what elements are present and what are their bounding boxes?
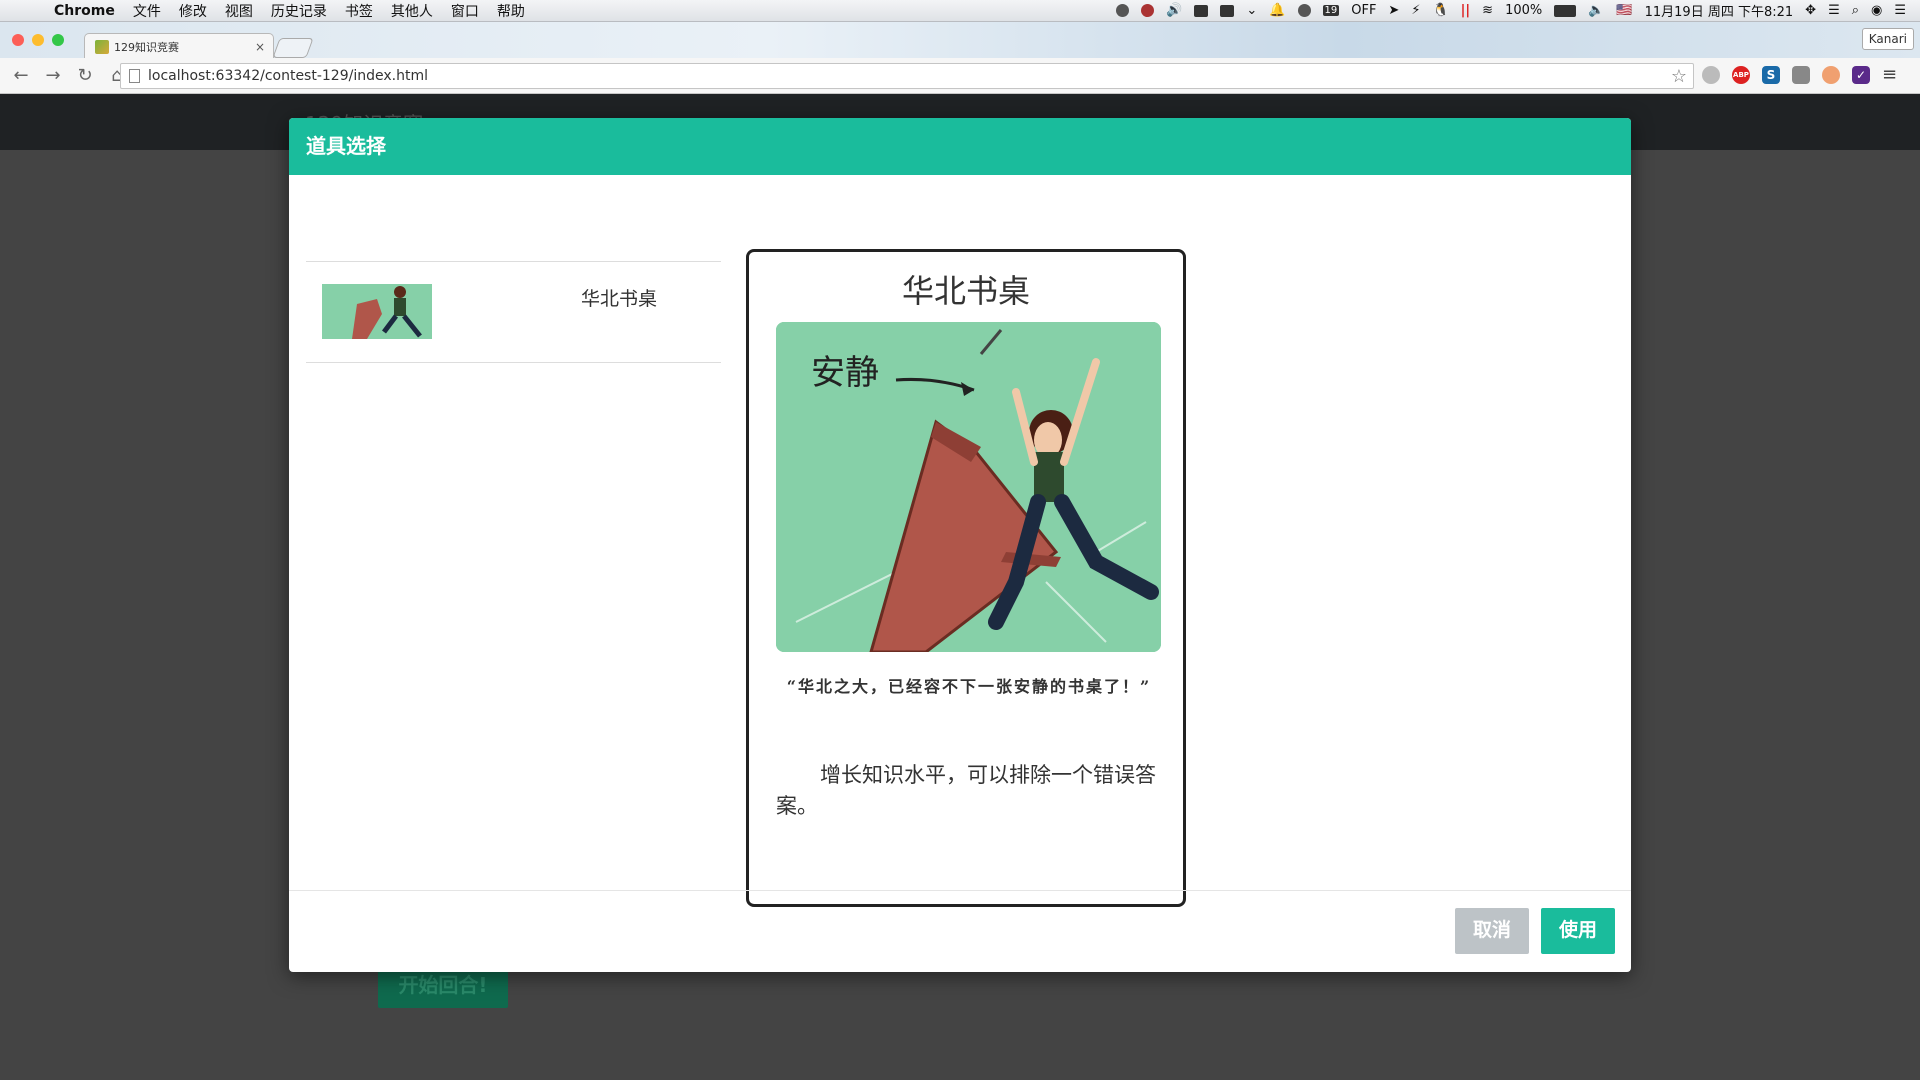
extension-check-icon[interactable]: ✓ xyxy=(1852,66,1870,84)
shield-icon[interactable] xyxy=(1141,4,1155,17)
modal-footer: 取消 使用 xyxy=(289,890,1631,972)
tab-close-icon[interactable]: × xyxy=(255,40,265,54)
card-title: 华北书桌 xyxy=(901,272,1030,310)
url-text: localhost:63342/contest-129/index.html xyxy=(148,68,428,84)
window-minimize-button[interactable] xyxy=(32,34,44,46)
flipping-desk-illustration: 安静 xyxy=(776,322,1161,652)
modal-body: 华北书桌 华北书桌 安静 “华北之大，已经容不下一张安静的书桌了！” 增长知识水… xyxy=(289,175,1631,907)
flag-icon[interactable]: 🇺🇸 xyxy=(1616,3,1632,18)
list-item[interactable]: 华北书桌 xyxy=(306,262,721,362)
wifi-icon[interactable]: ≋ xyxy=(1482,3,1493,18)
card-description: 增长知识水平，可以排除一个错误答案。 xyxy=(776,763,1156,818)
menu-bookmarks[interactable]: 书签 xyxy=(345,1,373,21)
adblock-icon[interactable]: ABP xyxy=(1732,66,1750,84)
toggle-off-label[interactable]: OFF xyxy=(1351,3,1376,18)
menu-window[interactable]: 窗口 xyxy=(451,1,479,21)
cancel-button[interactable]: 取消 xyxy=(1455,908,1530,954)
battery-case-icon[interactable] xyxy=(1220,4,1235,17)
window-maximize-button[interactable] xyxy=(52,34,64,46)
page-icon xyxy=(129,69,140,83)
badge-count[interactable]: 19 xyxy=(1322,5,1340,16)
address-bar[interactable]: localhost:63342/contest-129/index.html ☆ xyxy=(120,63,1694,89)
bolt-icon[interactable]: ⚡ xyxy=(1411,3,1420,18)
card-illustration: 安静 xyxy=(776,322,1161,652)
chevron-down-icon[interactable]: ⌄ xyxy=(1246,3,1257,18)
extensions-area: ABP S ✓ ≡ xyxy=(1702,66,1897,84)
menu-help[interactable]: 帮助 xyxy=(497,1,525,21)
menu-edit[interactable]: 修改 xyxy=(179,1,207,21)
menu-file[interactable]: 文件 xyxy=(133,1,161,21)
pause-icon[interactable]: || xyxy=(1461,3,1471,18)
modal-title: 道具选择 xyxy=(289,118,1631,175)
send-icon[interactable]: ➤ xyxy=(1388,3,1399,18)
item-list: 华北书桌 xyxy=(306,261,721,363)
item-name: 华北书桌 xyxy=(581,288,658,310)
item-thumbnail xyxy=(322,284,432,339)
extension-avatar-icon[interactable] xyxy=(1822,66,1840,84)
window-close-button[interactable] xyxy=(12,34,24,46)
chrome-menu-icon[interactable]: ≡ xyxy=(1882,66,1897,84)
status-area: 🔊 ⌄ 🔔 19 OFF ➤ ⚡ 🐧 || ≋ 100% 🔈 🇺🇸 11月19日… xyxy=(1116,1,1906,20)
user-icon[interactable]: ◉ xyxy=(1871,3,1882,18)
menu-history[interactable]: 历史记录 xyxy=(271,1,327,21)
forward-icon[interactable]: → xyxy=(42,65,64,86)
menu-view[interactable]: 视图 xyxy=(225,1,253,21)
extension-docs-icon[interactable] xyxy=(1792,66,1810,84)
card-quote: “华北之大，已经容不下一张安静的书桌了！” xyxy=(786,677,1152,696)
list-icon[interactable]: ☰ xyxy=(1894,3,1906,18)
browser-toolbar: ← → ↻ ⌂ localhost:63342/contest-129/inde… xyxy=(0,58,1920,94)
macos-menubar: Chrome 文件 修改 视图 历史记录 书签 其他人 窗口 帮助 🔊 ⌄ 🔔 … xyxy=(0,0,1920,22)
notes-icon[interactable]: ☰ xyxy=(1828,3,1840,18)
display-icon[interactable] xyxy=(1194,4,1209,17)
browser-tab[interactable]: 129知识竞赛 × xyxy=(84,33,274,59)
menu-people[interactable]: 其他人 xyxy=(391,1,433,21)
bookmark-star-icon[interactable]: ☆ xyxy=(1671,66,1687,87)
extension-globe-icon[interactable] xyxy=(1702,66,1720,84)
favicon-icon xyxy=(95,39,109,54)
status-app-icon[interactable] xyxy=(1116,4,1130,17)
item-selection-modal: 道具选择 华北书桌 华北书桌 安静 “华北之大，已经容不下一张安静的书桌了！” … xyxy=(289,118,1631,972)
back-icon[interactable]: ← xyxy=(10,65,32,86)
move-icon[interactable]: ✥ xyxy=(1805,3,1816,18)
desk-thumbnail-illustration xyxy=(352,286,422,339)
profile-button[interactable]: Kanari xyxy=(1861,28,1914,50)
window-controls xyxy=(12,34,64,46)
volume-icon[interactable]: 🔈 xyxy=(1588,3,1604,18)
search-icon[interactable]: ⌕ xyxy=(1852,3,1859,18)
battery-icon[interactable] xyxy=(1554,4,1577,17)
tab-strip: 129知识竞赛 × Kanari xyxy=(0,22,1920,59)
battery-percent[interactable]: 100% xyxy=(1505,3,1542,18)
extension-s-icon[interactable]: S xyxy=(1762,66,1780,84)
new-tab-button[interactable] xyxy=(272,38,314,58)
illustration-caption: 安静 xyxy=(811,353,879,393)
bell-icon[interactable]: 🔔 xyxy=(1269,3,1285,18)
qq-icon[interactable]: 🐧 xyxy=(1432,3,1448,18)
datetime[interactable]: 11月19日 周四 下午8:21 xyxy=(1645,1,1794,20)
use-button[interactable]: 使用 xyxy=(1541,908,1616,954)
item-detail-card: 华北书桌 安静 “华北之大，已经容不下一张安静的书桌了！” 增长知识水平，可以排… xyxy=(746,249,1186,907)
menu-app-name[interactable]: Chrome xyxy=(54,3,115,19)
wechat-icon[interactable] xyxy=(1297,4,1311,17)
reload-icon[interactable]: ↻ xyxy=(74,65,96,86)
speaker-icon[interactable]: 🔊 xyxy=(1166,3,1182,18)
tab-title: 129知识竞赛 xyxy=(114,40,179,54)
